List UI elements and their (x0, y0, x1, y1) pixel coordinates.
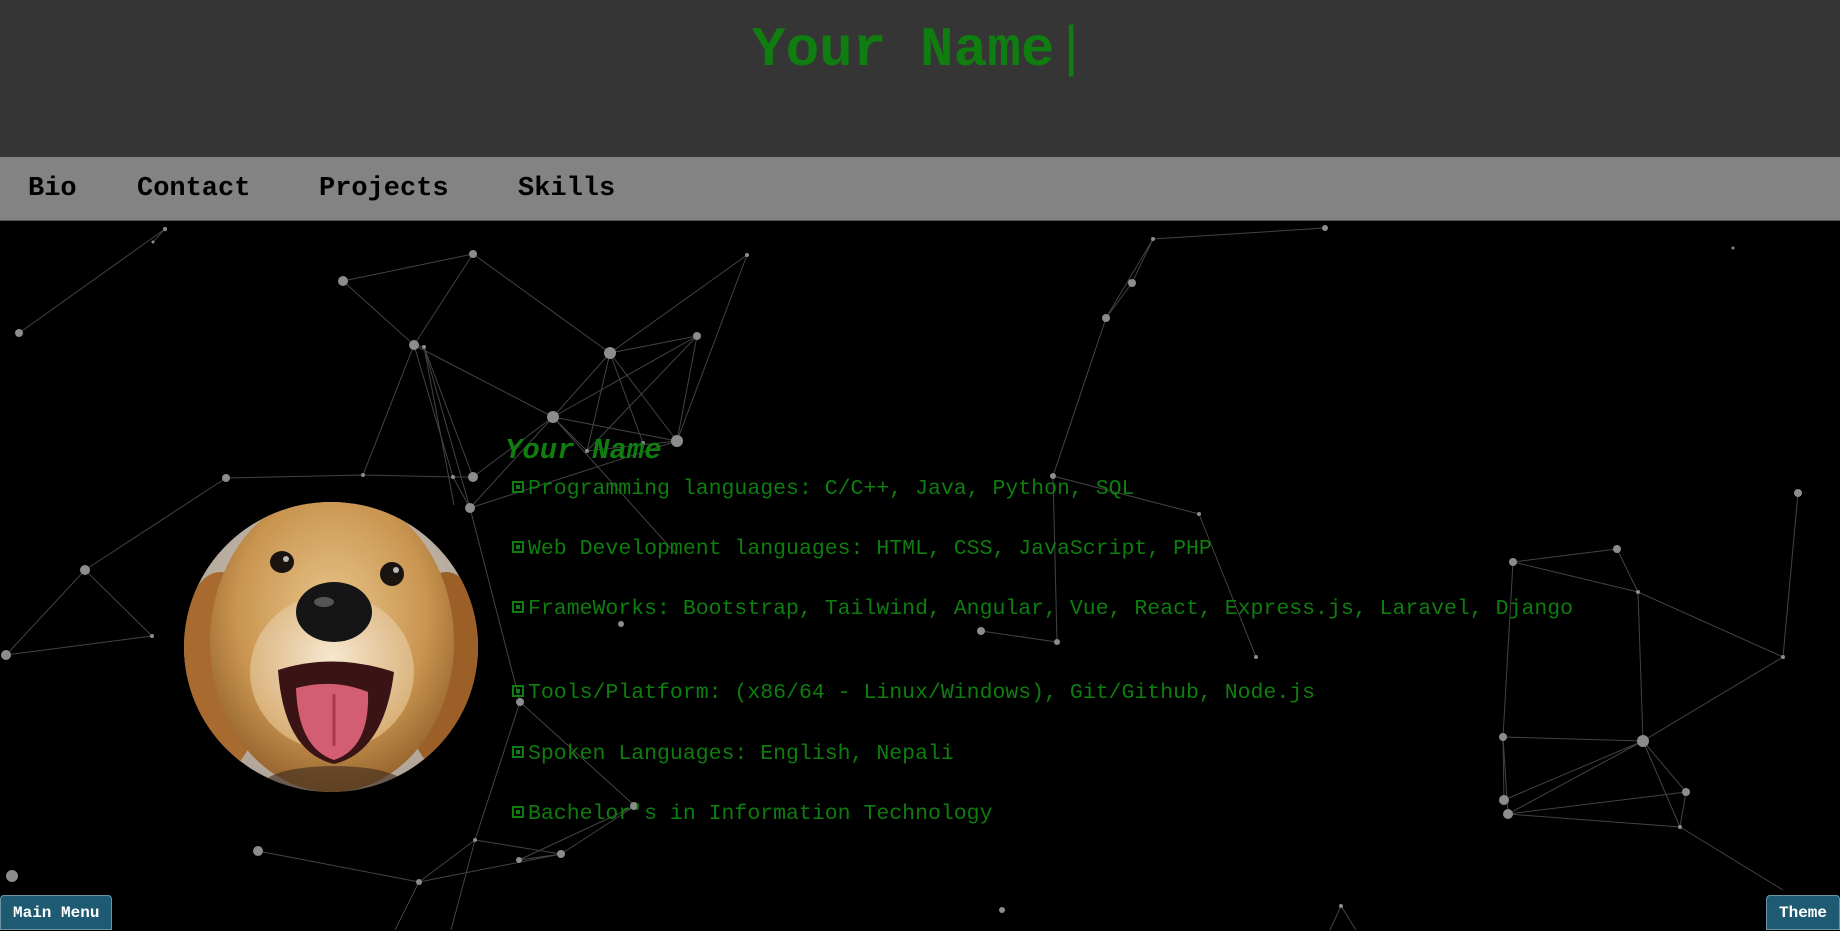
square-bullet-icon (512, 806, 524, 818)
skill-text: FrameWorks: Bootstrap, Tailwind, Angular… (528, 597, 1574, 621)
nav-item-bio[interactable]: Bio (28, 174, 77, 204)
list-item: Programming languages: C/C++, Java, Pyth… (512, 477, 1612, 501)
nav-item-skills[interactable]: Skills (518, 174, 615, 204)
dog-photo-icon (184, 502, 478, 792)
typing-cursor: | (1054, 18, 1089, 82)
theme-button[interactable]: Theme (1765, 895, 1840, 930)
main-menu-button[interactable]: Main Menu (0, 895, 113, 930)
nav-item-projects[interactable]: Projects (319, 174, 449, 204)
square-bullet-icon (512, 746, 524, 758)
list-item: Spoken Languages: English, Nepali (512, 742, 1612, 766)
square-bullet-icon (512, 601, 524, 613)
nav-item-contact[interactable]: Contact (137, 174, 250, 204)
square-bullet-icon (512, 541, 524, 553)
list-item: Tools/Platform: (x86/64 - Linux/Windows)… (512, 681, 1612, 705)
skill-text: Web Development languages: HTML, CSS, Ja… (528, 537, 1212, 561)
skill-text: Spoken Languages: English, Nepali (528, 742, 954, 766)
header: Your Name| (0, 0, 1840, 157)
skill-text: Programming languages: C/C++, Java, Pyth… (528, 477, 1135, 501)
skill-text: Tools/Platform: (x86/64 - Linux/Windows)… (528, 681, 1316, 705)
square-bullet-icon (512, 685, 524, 697)
nav-bar: Bio Contact Projects Skills (0, 157, 1840, 221)
list-item: Bachelor's in Information Technology (512, 802, 1612, 826)
square-bullet-icon (512, 481, 524, 493)
list-item: FrameWorks: Bootstrap, Tailwind, Angular… (512, 597, 1612, 621)
skill-text: Bachelor's in Information Technology (528, 802, 993, 826)
profile-name: Your Name (505, 434, 662, 467)
avatar (184, 502, 478, 792)
list-item: Web Development languages: HTML, CSS, Ja… (512, 537, 1612, 561)
site-title-text: Your Name (751, 18, 1055, 82)
site-title: Your Name| (0, 18, 1840, 82)
